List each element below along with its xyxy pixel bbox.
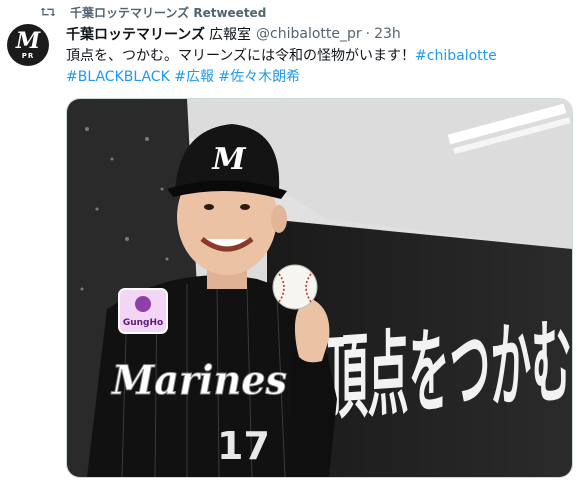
author-handle[interactable]: @chibalotte_pr: [256, 26, 362, 42]
hashtag-chibalotte[interactable]: #chibalotte: [415, 48, 497, 64]
avatar-badge: PR: [21, 51, 35, 60]
patch-text: GungHo: [123, 318, 163, 328]
tweet[interactable]: 千葉ロッテマリーンズ Retweeted M PR 千葉ロッテマリーンズ 広報室…: [0, 0, 580, 482]
tweet-line1: 頂点を、つかむ。マリーンズには令和の怪物がいます！: [66, 48, 416, 64]
banner-text: 頂点をつかむ: [327, 309, 572, 433]
cap-letter: M: [211, 142, 246, 177]
hashtag-kouhou[interactable]: #広報: [174, 69, 214, 85]
jersey-text: Marines: [110, 357, 287, 404]
tweet-time[interactable]: 23h: [374, 26, 401, 42]
jersey-number: 17: [217, 424, 270, 468]
avatar-letter: M: [15, 27, 41, 54]
separator-dot: ·: [365, 26, 371, 42]
hashtag-sasaki[interactable]: #佐々木朗希: [218, 69, 300, 85]
photo-illustration: 頂点をつかむ GungHo Marines 17 M: [67, 99, 572, 477]
avatar[interactable]: M PR: [7, 24, 49, 66]
retweet-label: 千葉ロッテマリーンズ Retweeted: [70, 5, 267, 20]
author-name[interactable]: 千葉ロッテマリーンズ: [66, 24, 205, 44]
retweet-context[interactable]: 千葉ロッテマリーンズ Retweeted: [40, 4, 266, 20]
retweet-icon: [40, 7, 56, 17]
author-subtitle[interactable]: 広報室: [209, 24, 251, 44]
tweet-text: 頂点を、つかむ。マリーンズには令和の怪物がいます！#chibalotte #BL…: [66, 46, 566, 88]
baseball: [272, 264, 318, 310]
hashtag-blackblack[interactable]: #BLACKBLACK: [66, 69, 170, 85]
tweet-header: 千葉ロッテマリーンズ 広報室 @chibalotte_pr · 23h: [66, 24, 401, 44]
tweet-photo[interactable]: 頂点をつかむ GungHo Marines 17 M: [66, 98, 573, 478]
